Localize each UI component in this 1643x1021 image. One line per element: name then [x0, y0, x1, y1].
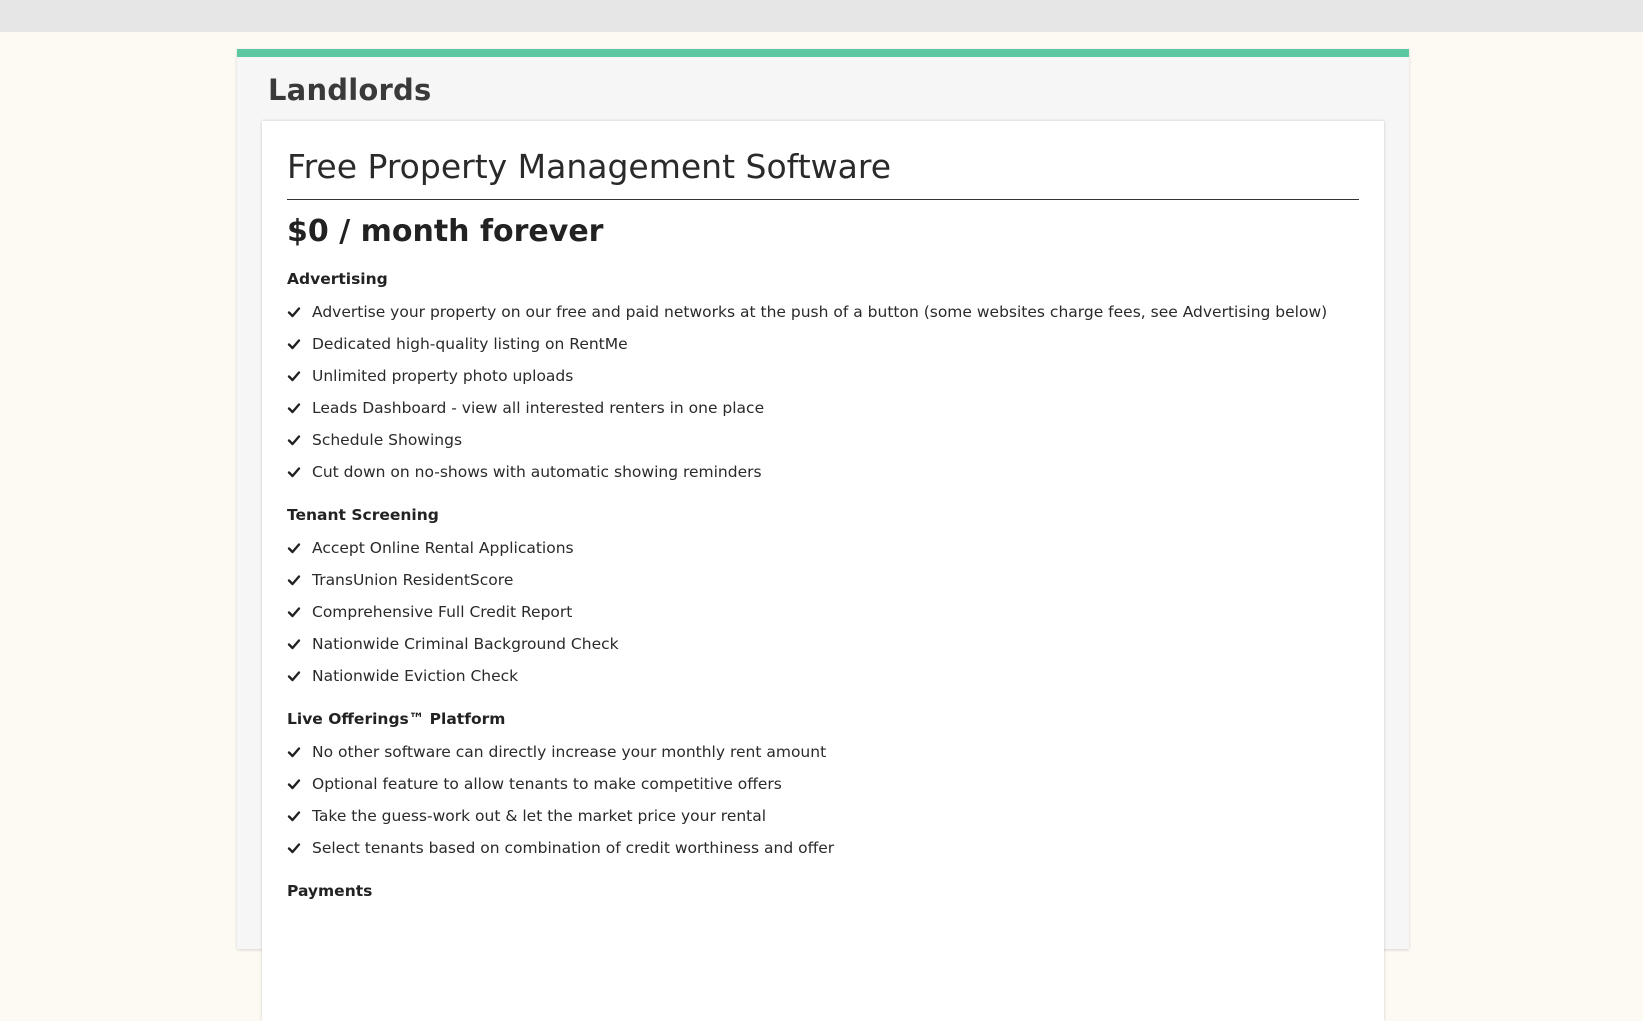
feature-item: No other software can directly increase … — [287, 736, 1359, 768]
check-icon — [287, 307, 301, 318]
landlords-panel: Landlords Free Property Management Softw… — [237, 49, 1409, 1021]
check-icon — [287, 403, 301, 414]
feature-section: Advertising Advertise your property on ou… — [287, 268, 1359, 488]
feature-item-label: Nationwide Eviction Check — [312, 667, 519, 685]
feature-item-label: Optional feature to allow tenants to mak… — [312, 775, 782, 793]
feature-item-label: Cut down on no-shows with automatic show… — [312, 463, 762, 481]
check-icon — [287, 371, 301, 382]
feature-item: Schedule Showings — [287, 424, 1359, 456]
feature-list: Accept Online Rental Applications TransUn… — [287, 532, 1359, 692]
card-title: Free Property Management Software — [287, 147, 1359, 200]
feature-list: Advertise your property on our free and … — [287, 296, 1359, 488]
feature-item: Unlimited property photo uploads — [287, 360, 1359, 392]
check-icon — [287, 639, 301, 650]
feature-item-label: Nationwide Criminal Background Check — [312, 635, 619, 653]
feature-item: Select tenants based on combination of c… — [287, 832, 1359, 864]
feature-item: TransUnion ResidentScore — [287, 564, 1359, 596]
feature-item-label: Dedicated high-quality listing on RentMe — [312, 335, 628, 353]
feature-section: Payments — [287, 880, 1359, 902]
section-title: Live Offerings™ Platform — [287, 710, 506, 728]
feature-item-label: Schedule Showings — [312, 431, 463, 449]
feature-list: No other software can directly increase … — [287, 736, 1359, 864]
price-label: $0 / month forever — [287, 214, 604, 249]
feature-item-label: Leads Dashboard - view all interested re… — [312, 399, 765, 417]
feature-item: Optional feature to allow tenants to mak… — [287, 768, 1359, 800]
feature-item-label: Comprehensive Full Credit Report — [312, 603, 573, 621]
browser-top-bar — [0, 0, 1643, 32]
check-icon — [287, 779, 301, 790]
feature-item-label: Advertise your property on our free and … — [312, 303, 1328, 321]
check-icon — [287, 747, 301, 758]
feature-item-label: Select tenants based on combination of c… — [312, 839, 835, 857]
feature-item: Nationwide Eviction Check — [287, 660, 1359, 692]
panel-title: Landlords — [268, 73, 432, 107]
feature-sections: Advertising Advertise your property on ou… — [287, 268, 1359, 902]
check-icon — [287, 843, 301, 854]
feature-item: Advertise your property on our free and … — [287, 296, 1359, 328]
feature-item: Dedicated high-quality listing on RentMe — [287, 328, 1359, 360]
check-icon — [287, 543, 301, 554]
section-title: Payments — [287, 882, 373, 900]
feature-item-label: Take the guess-work out & let the market… — [312, 807, 767, 825]
feature-item: Leads Dashboard - view all interested re… — [287, 392, 1359, 424]
check-icon — [287, 607, 301, 618]
check-icon — [287, 467, 301, 478]
feature-item-label: Accept Online Rental Applications — [312, 539, 574, 557]
pricing-card: Free Property Management Software $0 / m… — [262, 121, 1384, 1021]
check-icon — [287, 435, 301, 446]
feature-item-label: Unlimited property photo uploads — [312, 367, 574, 385]
check-icon — [287, 339, 301, 350]
feature-item: Take the guess-work out & let the market… — [287, 800, 1359, 832]
feature-item: Nationwide Criminal Background Check — [287, 628, 1359, 660]
feature-section: Tenant Screening Accept Online Rental App… — [287, 504, 1359, 692]
feature-item: Comprehensive Full Credit Report — [287, 596, 1359, 628]
check-icon — [287, 671, 301, 682]
feature-item: Cut down on no-shows with automatic show… — [287, 456, 1359, 488]
section-title: Advertising — [287, 270, 388, 288]
section-title: Tenant Screening — [287, 506, 439, 524]
check-icon — [287, 575, 301, 586]
feature-item: Accept Online Rental Applications — [287, 532, 1359, 564]
check-icon — [287, 811, 301, 822]
feature-item-label: No other software can directly increase … — [312, 743, 827, 761]
feature-item-label: TransUnion ResidentScore — [312, 571, 514, 589]
feature-section: Live Offerings™ Platform No other softwar… — [287, 708, 1359, 864]
